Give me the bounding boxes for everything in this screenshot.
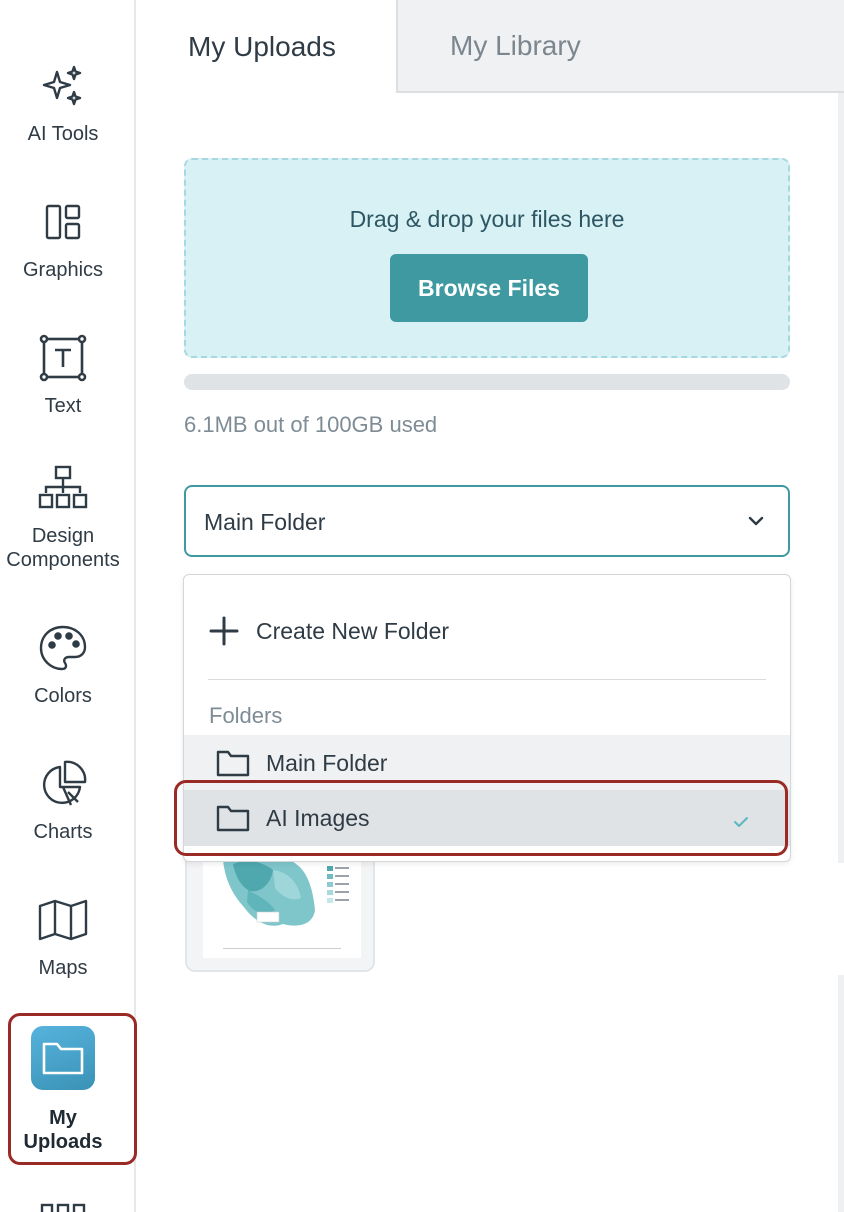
text-icon [37, 332, 89, 384]
sidebar-item-label: AI Tools [27, 123, 99, 145]
menu-divider [208, 679, 766, 680]
panel-edge [838, 93, 844, 863]
hierarchy-icon [37, 462, 89, 514]
folder-icon [216, 750, 250, 777]
sidebar-item-colors[interactable]: Colors [0, 622, 126, 708]
sidebar-item-label: Text [44, 395, 82, 417]
pie-chart-icon [37, 758, 89, 810]
selected-option-highlight [174, 780, 788, 856]
browse-files-button[interactable]: Browse Files [390, 254, 588, 322]
chevron-down-icon [746, 511, 766, 536]
active-item-highlight [8, 1013, 137, 1165]
tab-bar: My Uploads My Library [138, 0, 844, 93]
sidebar-item-label: Graphics [22, 259, 104, 281]
map-icon [37, 894, 89, 946]
storage-progress-bar [184, 374, 790, 390]
tab-my-uploads[interactable]: My Uploads [138, 0, 396, 93]
panel-edge [838, 975, 844, 1212]
sparkles-icon [37, 60, 89, 112]
folder-select-value: Main Folder [204, 509, 326, 535]
more-apps-icon[interactable] [40, 1202, 86, 1212]
sidebar-item-ai-tools[interactable]: AI Tools [0, 60, 126, 146]
sidebar-item-charts[interactable]: Charts [0, 758, 126, 844]
sidebar-item-graphics[interactable]: Graphics [0, 196, 126, 282]
sidebar-item-label: Design Components [6, 525, 120, 571]
storage-usage-text: 6.1MB out of 100GB used [184, 412, 438, 437]
file-dropzone[interactable]: Drag & drop your files here Browse Files [184, 158, 790, 358]
sidebar-item-maps[interactable]: Maps [0, 894, 126, 980]
folders-heading: Folders [209, 703, 283, 728]
palette-icon [37, 622, 89, 674]
sidebar-item-text[interactable]: Text [0, 332, 126, 418]
plus-icon [209, 616, 239, 646]
layout-icon [37, 196, 89, 248]
create-new-folder-option[interactable]: Create New Folder [208, 615, 449, 647]
sidebar-item-label: Charts [33, 821, 93, 843]
create-new-folder-label: Create New Folder [256, 617, 450, 644]
tab-my-library[interactable]: My Library [396, 0, 844, 93]
sidebar-item-label: Maps [38, 957, 88, 979]
folder-option-label: Main Folder [266, 749, 388, 776]
sidebar-item-label: Colors [34, 685, 92, 707]
folder-select[interactable]: Main Folder [184, 485, 790, 557]
dropzone-text: Drag & drop your files here [349, 206, 625, 232]
sidebar-item-design-components[interactable]: Design Components [0, 462, 126, 572]
